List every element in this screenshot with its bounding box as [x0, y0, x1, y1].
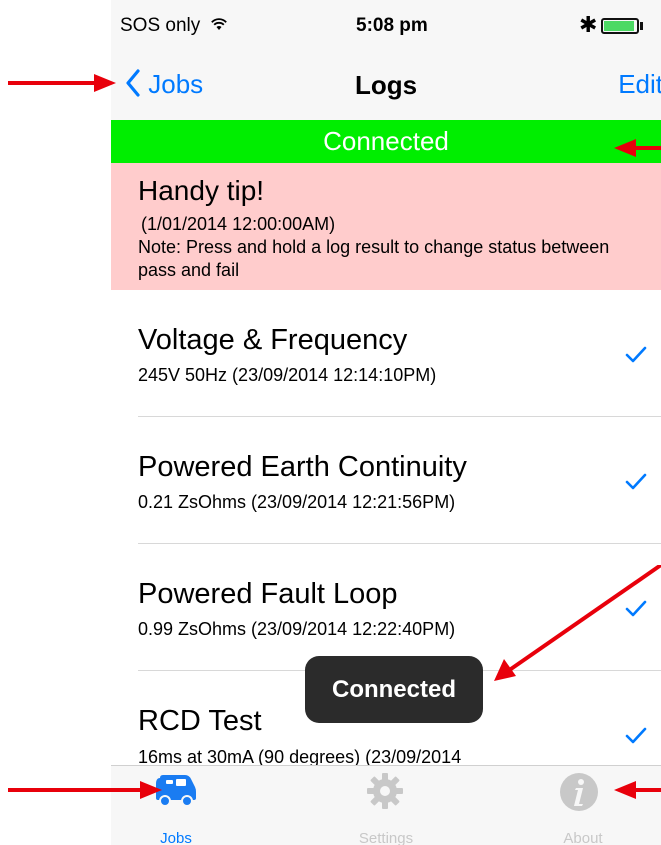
- edit-button[interactable]: Edit: [618, 69, 661, 100]
- tab-settings[interactable]: Settings: [326, 766, 446, 845]
- log-title: Voltage & Frequency: [138, 324, 408, 356]
- bluetooth-icon: ✱: [579, 12, 598, 37]
- wifi-icon: [210, 18, 227, 30]
- log-detail: 0.99 ZsOhms (23/09/2014 12:22:40PM): [138, 619, 456, 639]
- tab-jobs-label: Jobs: [160, 830, 192, 845]
- annotation-arrow-banner: [614, 139, 661, 157]
- tab-about[interactable]: About: [523, 766, 643, 845]
- gear-icon: [367, 773, 403, 809]
- status-bar: SOS only 5:08 pm ✱: [111, 0, 661, 52]
- battery-tip: [640, 22, 643, 30]
- tip-title: Handy tip!: [138, 175, 265, 206]
- app-screen: SOS only 5:08 pm ✱ Jobs Logs Edit Connec…: [111, 0, 661, 845]
- log-title: Powered Earth Continuity: [138, 451, 467, 483]
- tab-jobs[interactable]: Jobs: [116, 766, 236, 845]
- checkmark-icon: [625, 473, 647, 490]
- clock: 5:08 pm: [356, 15, 428, 36]
- log-title: RCD Test: [138, 705, 262, 737]
- log-detail: 0.21 ZsOhms (23/09/2014 12:21:56PM): [138, 492, 456, 512]
- carrier-label: SOS only: [120, 15, 201, 36]
- connected-toast: Connected: [305, 656, 483, 723]
- log-row[interactable]: Voltage & Frequency 245V 50Hz (23/09/201…: [138, 290, 661, 417]
- tab-about-label: About: [563, 830, 603, 845]
- annotation-arrow-toast: [494, 565, 661, 681]
- annotation-arrow-jobs-tab: [8, 781, 162, 799]
- annotation-arrow-back: [8, 74, 116, 92]
- tip-note: Note: Press and hold a log result to cha…: [138, 237, 610, 280]
- navigation-bar: Jobs Logs Edit: [111, 52, 661, 120]
- info-icon: [560, 773, 598, 811]
- log-row[interactable]: Powered Earth Continuity 0.21 ZsOhms (23…: [138, 417, 661, 544]
- tip-date: (1/01/2014 12:00:00AM): [141, 214, 336, 234]
- log-detail: 245V 50Hz (23/09/2014 12:14:10PM): [138, 365, 437, 385]
- annotation-arrow-about-tab: [614, 781, 661, 799]
- carrier-status: SOS only: [120, 15, 228, 37]
- checkmark-icon: [625, 727, 647, 744]
- tab-bar: Jobs Settings About: [111, 765, 661, 845]
- page-title: Logs: [354, 70, 418, 100]
- log-title: Powered Fault Loop: [138, 578, 398, 610]
- battery-icon: [601, 18, 639, 34]
- checkmark-icon: [625, 346, 647, 363]
- connection-status-banner: Connected: [111, 120, 661, 163]
- tab-settings-label: Settings: [358, 830, 414, 845]
- handy-tip-row: Handy tip! (1/01/2014 12:00:00AM) Note: …: [111, 163, 661, 290]
